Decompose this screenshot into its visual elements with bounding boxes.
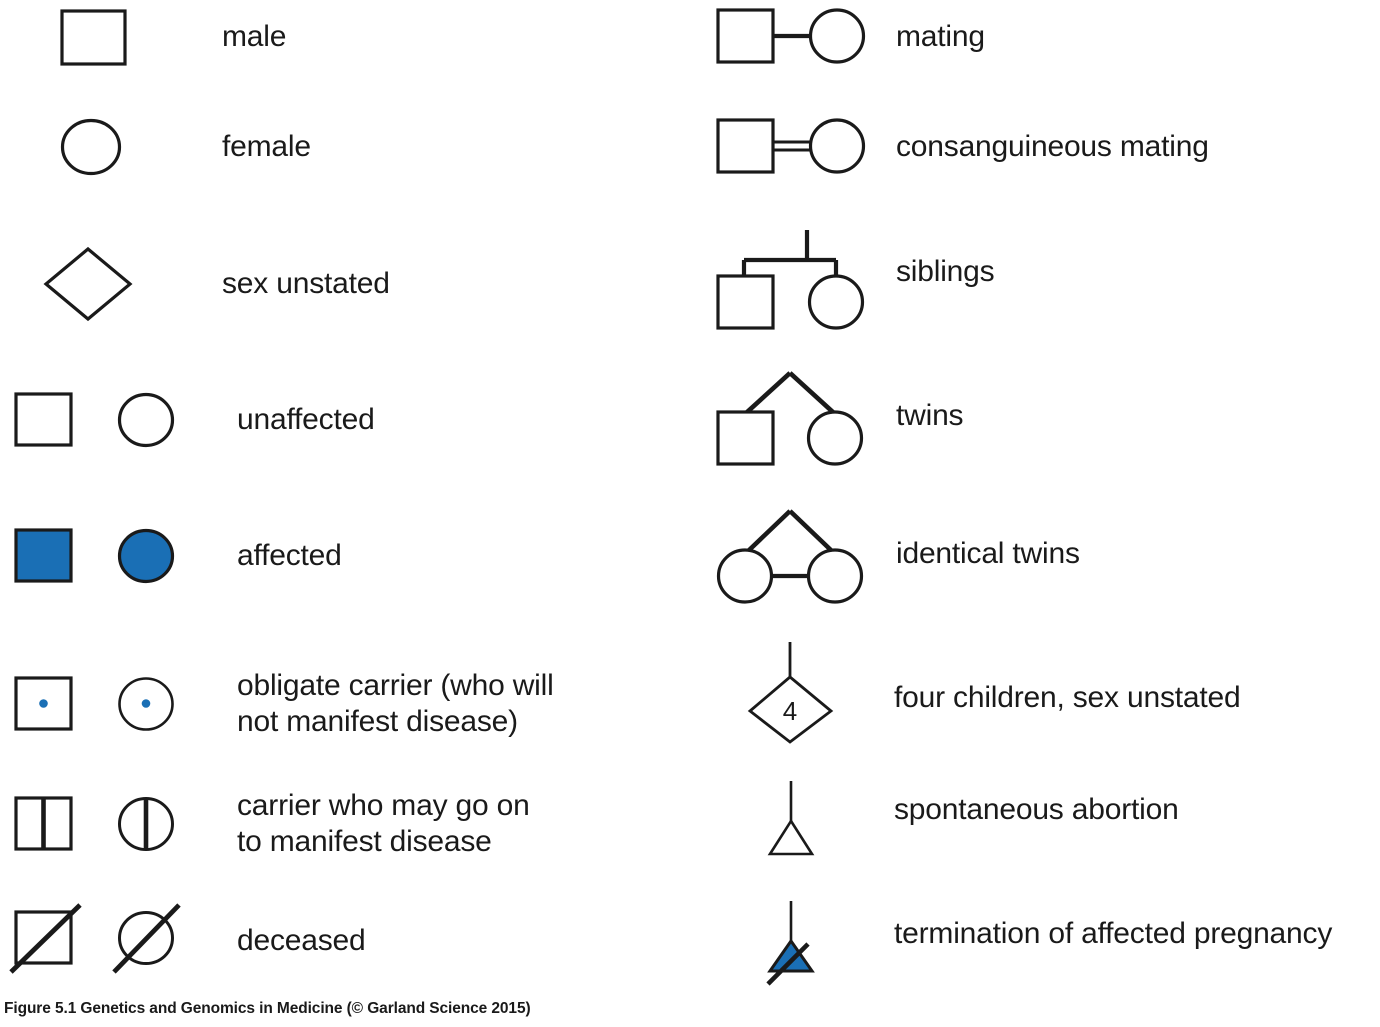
legend-row-obligate-carrier: obligate carrier (who will not manifest … bbox=[14, 668, 554, 740]
legend-row-male: male bbox=[60, 8, 286, 66]
symbol-twins-pair bbox=[716, 368, 868, 468]
legend-label: deceased bbox=[237, 924, 366, 957]
legend-label: siblings bbox=[896, 255, 995, 288]
legend-row-twins: twins bbox=[716, 368, 964, 468]
legend-label: mating bbox=[896, 20, 985, 53]
legend-label: carrier who may go on to manifest diseas… bbox=[237, 789, 530, 858]
legend-row-four-children: 4 four children, sex unstated bbox=[742, 640, 1241, 744]
symbol-filled-square bbox=[14, 528, 74, 584]
symbol-mating-pair bbox=[716, 6, 868, 68]
symbol-dotted-circle bbox=[117, 676, 177, 732]
legend-row-consanguineous-mating: consanguineous mating bbox=[716, 116, 1209, 178]
symbol-open-circle bbox=[117, 392, 177, 448]
symbol-siblings-sibship bbox=[716, 228, 868, 332]
legend-row-female: female bbox=[60, 118, 311, 176]
pedigree-symbol-legend: male female sex unstated unaffected affe… bbox=[0, 0, 1380, 1027]
legend-label: termination of affected pregnancy bbox=[894, 917, 1333, 950]
legend-row-identical-twins: identical twins bbox=[716, 506, 1080, 606]
symbol-half-line-square bbox=[14, 796, 74, 852]
symbol-slashed-filled-triangle bbox=[746, 898, 838, 988]
symbol-filled-circle bbox=[117, 528, 177, 584]
legend-label: male bbox=[222, 20, 287, 53]
legend-label: obligate carrier (who will not manifest … bbox=[237, 669, 554, 738]
symbol-half-line-circle bbox=[117, 796, 177, 852]
legend-row-unaffected: unaffected bbox=[14, 392, 375, 448]
symbol-open-triangle bbox=[746, 778, 838, 858]
legend-label: consanguineous mating bbox=[896, 130, 1209, 163]
legend-row-carrier-may-manifest: carrier who may go on to manifest diseas… bbox=[14, 788, 530, 860]
legend-label: four children, sex unstated bbox=[894, 681, 1241, 714]
legend-label: identical twins bbox=[896, 537, 1080, 570]
legend-label: female bbox=[222, 130, 311, 163]
symbol-identical-twins-pair bbox=[716, 506, 868, 606]
legend-row-termination-affected-pregnancy: termination of affected pregnancy bbox=[746, 898, 1332, 988]
legend-row-siblings: siblings bbox=[716, 228, 995, 332]
symbol-open-square bbox=[60, 8, 128, 66]
symbol-slashed-circle bbox=[112, 903, 187, 976]
symbol-consanguineous-pair bbox=[716, 116, 868, 178]
symbol-open-diamond bbox=[42, 246, 134, 322]
symbol-open-square bbox=[14, 392, 74, 448]
symbol-dotted-square bbox=[14, 676, 74, 732]
symbol-open-circle bbox=[60, 118, 128, 176]
legend-row-affected: affected bbox=[14, 528, 342, 584]
legend-label: spontaneous abortion bbox=[894, 793, 1179, 826]
figure-caption: Figure 5.1 Genetics and Genomics in Medi… bbox=[4, 1000, 531, 1017]
legend-row-sex-unstated: sex unstated bbox=[42, 246, 390, 322]
legend-row-spontaneous-abortion: spontaneous abortion bbox=[746, 778, 1179, 858]
legend-label: affected bbox=[237, 539, 342, 572]
diamond-count-label: 4 bbox=[783, 696, 797, 726]
symbol-numbered-diamond: 4 bbox=[742, 640, 842, 744]
legend-label: twins bbox=[896, 399, 964, 432]
legend-label: sex unstated bbox=[222, 267, 390, 300]
legend-row-mating: mating bbox=[716, 6, 985, 68]
legend-row-deceased: deceased bbox=[9, 903, 366, 976]
symbol-slashed-square bbox=[9, 903, 84, 976]
legend-label: unaffected bbox=[237, 403, 375, 436]
